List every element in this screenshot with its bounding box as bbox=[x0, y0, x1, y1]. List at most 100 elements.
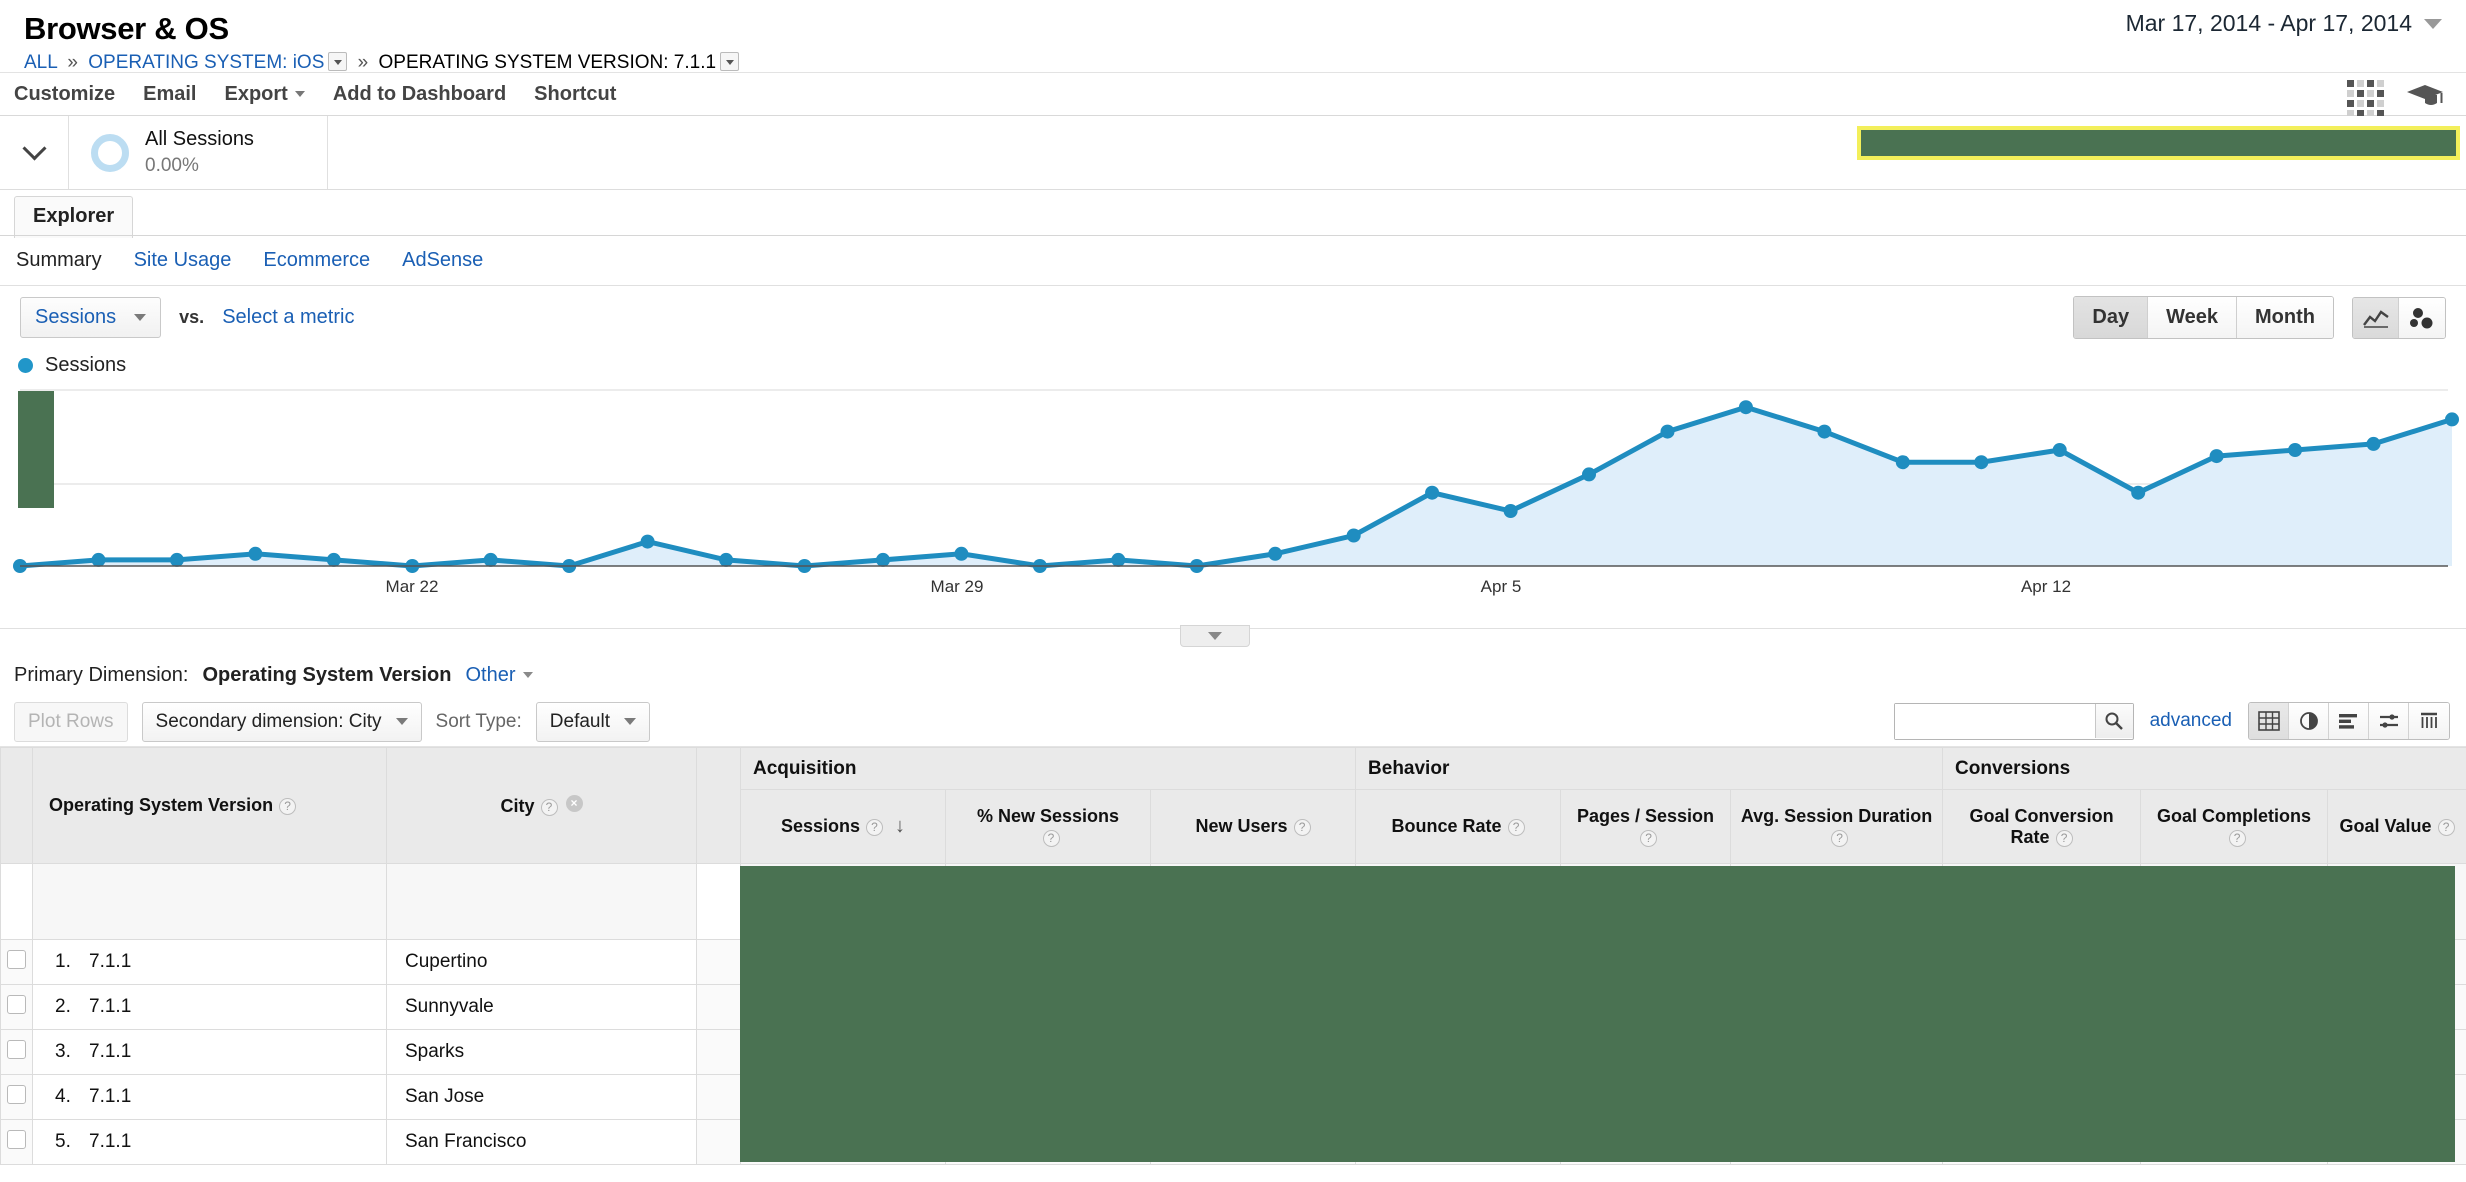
row-checkbox-cell[interactable] bbox=[1, 1030, 33, 1075]
email-button[interactable]: Email bbox=[143, 83, 196, 106]
chart-data-point[interactable] bbox=[2210, 449, 2224, 463]
breadcrumb-all[interactable]: ALL bbox=[24, 52, 57, 73]
chart-data-point[interactable] bbox=[2053, 443, 2067, 457]
granularity-day[interactable]: Day bbox=[2074, 297, 2148, 338]
chart-collapse-handle[interactable] bbox=[1180, 625, 1250, 647]
col-city[interactable]: City?× bbox=[387, 748, 697, 864]
row-os-version[interactable]: 7.1.1 bbox=[89, 1131, 131, 1152]
search-input[interactable] bbox=[1895, 704, 2095, 739]
tab-explorer[interactable]: Explorer bbox=[14, 196, 133, 238]
chart-data-point[interactable] bbox=[1111, 553, 1125, 567]
help-icon[interactable]: ? bbox=[1043, 830, 1060, 847]
col-goal-completions[interactable]: Goal Completions? bbox=[2141, 790, 2328, 864]
row-city-cell[interactable]: San Francisco bbox=[387, 1120, 697, 1165]
pivot-view-icon[interactable] bbox=[2409, 703, 2449, 739]
performance-view-icon[interactable] bbox=[2369, 703, 2409, 739]
sort-type-select[interactable]: Default bbox=[536, 702, 650, 742]
row-checkbox[interactable] bbox=[7, 950, 26, 969]
breadcrumb-os-dropdown-icon[interactable] bbox=[328, 52, 347, 71]
row-checkbox-cell[interactable] bbox=[1, 1120, 33, 1165]
primary-dimension-other[interactable]: Other bbox=[465, 664, 532, 687]
row-os-version[interactable]: 7.1.1 bbox=[89, 996, 131, 1017]
segment-all-sessions[interactable]: All Sessions 0.00% bbox=[68, 116, 328, 189]
secondary-dimension-button[interactable]: Secondary dimension: City bbox=[142, 702, 422, 742]
date-range-picker[interactable]: Mar 17, 2014 - Apr 17, 2014 bbox=[2126, 10, 2442, 37]
chart-data-point[interactable] bbox=[2288, 443, 2302, 457]
subtab-adsense[interactable]: AdSense bbox=[402, 249, 483, 272]
col-avg-session-duration[interactable]: Avg. Session Duration? bbox=[1731, 790, 1943, 864]
chart-data-point[interactable] bbox=[1739, 400, 1753, 414]
primary-dimension-value[interactable]: Operating System Version bbox=[202, 664, 451, 687]
row-checkbox[interactable] bbox=[7, 1040, 26, 1059]
help-icon[interactable]: ? bbox=[1294, 819, 1311, 836]
subtab-site-usage[interactable]: Site Usage bbox=[134, 249, 232, 272]
chart-data-point[interactable] bbox=[1268, 547, 1282, 561]
chart-data-point[interactable] bbox=[1817, 425, 1831, 439]
motion-chart-icon[interactable] bbox=[2399, 298, 2445, 338]
subtab-summary[interactable]: Summary bbox=[16, 249, 102, 272]
col-goal-value[interactable]: Goal Value? bbox=[2328, 790, 2466, 864]
help-icon[interactable]: ? bbox=[541, 799, 558, 816]
col-new-users[interactable]: New Users? bbox=[1151, 790, 1356, 864]
segment-expand-toggle[interactable] bbox=[0, 116, 68, 189]
chart-data-point[interactable] bbox=[2131, 486, 2145, 500]
chart-data-point[interactable] bbox=[1582, 467, 1596, 481]
chart-data-point[interactable] bbox=[248, 547, 262, 561]
row-checkbox-cell[interactable] bbox=[1, 985, 33, 1030]
line-chart-icon[interactable] bbox=[2353, 298, 2399, 338]
sort-descending-icon[interactable]: ↓ bbox=[895, 815, 905, 837]
row-city-cell[interactable]: Sparks bbox=[387, 1030, 697, 1075]
chart-data-point[interactable] bbox=[92, 553, 106, 567]
row-checkbox[interactable] bbox=[7, 1130, 26, 1149]
chart-data-point[interactable] bbox=[719, 553, 733, 567]
remove-secondary-dimension-icon[interactable]: × bbox=[566, 795, 583, 812]
granularity-week[interactable]: Week bbox=[2148, 297, 2237, 338]
chart-plot-area[interactable] bbox=[0, 381, 2466, 577]
plot-rows-button[interactable]: Plot Rows bbox=[14, 702, 128, 742]
help-icon[interactable]: ? bbox=[2056, 830, 2073, 847]
bar-chart-view-icon[interactable] bbox=[2329, 703, 2369, 739]
row-checkbox[interactable] bbox=[7, 995, 26, 1014]
chart-data-point[interactable] bbox=[1661, 425, 1675, 439]
chart-data-point[interactable] bbox=[641, 535, 655, 549]
search-icon[interactable] bbox=[2095, 704, 2133, 738]
chart-data-point[interactable] bbox=[170, 553, 184, 567]
chart-data-point[interactable] bbox=[954, 547, 968, 561]
select-a-metric-link[interactable]: Select a metric bbox=[222, 306, 354, 329]
chart-data-point[interactable] bbox=[876, 553, 890, 567]
graduation-cap-icon[interactable] bbox=[2406, 83, 2444, 114]
help-icon[interactable]: ? bbox=[2229, 830, 2246, 847]
help-icon[interactable]: ? bbox=[1831, 830, 1848, 847]
chevron-down-icon[interactable] bbox=[2424, 19, 2442, 29]
pie-chart-view-icon[interactable] bbox=[2289, 703, 2329, 739]
advanced-filter-link[interactable]: advanced bbox=[2150, 710, 2232, 732]
col-bounce-rate[interactable]: Bounce Rate? bbox=[1356, 790, 1561, 864]
help-icon[interactable]: ? bbox=[1640, 830, 1657, 847]
granularity-month[interactable]: Month bbox=[2237, 297, 2333, 338]
shortcut-button[interactable]: Shortcut bbox=[534, 83, 616, 106]
export-button[interactable]: Export bbox=[224, 83, 304, 106]
chart-data-point[interactable] bbox=[1896, 455, 1910, 469]
chart-data-point[interactable] bbox=[2445, 412, 2459, 426]
row-city-cell[interactable]: Cupertino bbox=[387, 940, 697, 985]
primary-metric-select[interactable]: Sessions bbox=[20, 297, 161, 338]
col-percent-new-sessions[interactable]: % New Sessions? bbox=[946, 790, 1151, 864]
apps-grid-icon[interactable] bbox=[2347, 80, 2384, 117]
breadcrumb-version-dropdown-icon[interactable] bbox=[720, 52, 739, 71]
table-view-icon[interactable] bbox=[2249, 703, 2289, 739]
breadcrumb-operating-system[interactable]: OPERATING SYSTEM: iOS bbox=[88, 52, 324, 73]
row-os-version[interactable]: 7.1.1 bbox=[89, 1041, 131, 1062]
row-os-version[interactable]: 7.1.1 bbox=[89, 951, 131, 972]
chart-data-point[interactable] bbox=[484, 553, 498, 567]
row-city-cell[interactable]: San Jose bbox=[387, 1075, 697, 1120]
col-operating-system-version[interactable]: Operating System Version? bbox=[33, 748, 387, 864]
row-checkbox-cell[interactable] bbox=[1, 1075, 33, 1120]
chart-data-point[interactable] bbox=[2367, 437, 2381, 451]
row-city-cell[interactable]: Sunnyvale bbox=[387, 985, 697, 1030]
customize-button[interactable]: Customize bbox=[14, 83, 115, 106]
subtab-ecommerce[interactable]: Ecommerce bbox=[263, 249, 370, 272]
chart-data-point[interactable] bbox=[327, 553, 341, 567]
help-icon[interactable]: ? bbox=[866, 819, 883, 836]
help-icon[interactable]: ? bbox=[2438, 819, 2455, 836]
col-pages-per-session[interactable]: Pages / Session? bbox=[1561, 790, 1731, 864]
